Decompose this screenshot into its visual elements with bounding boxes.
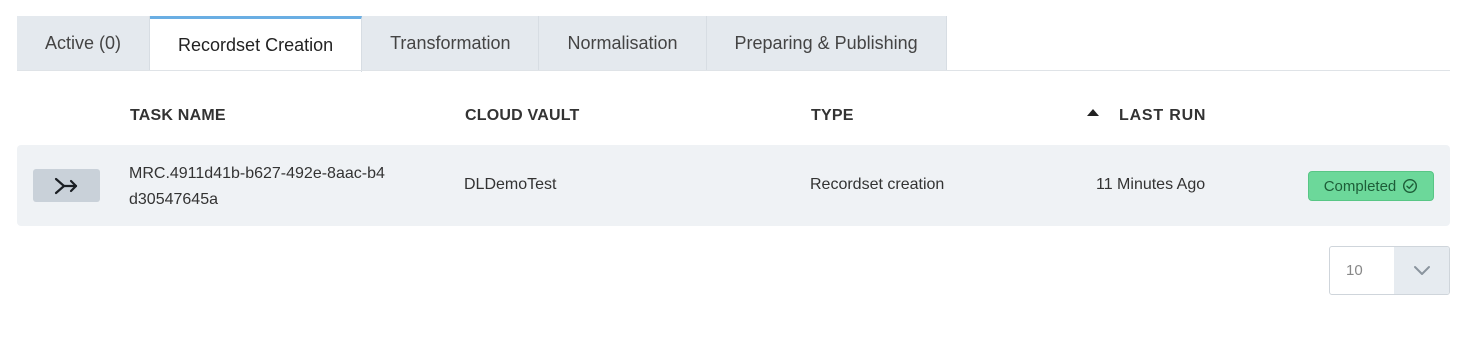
- tab-divider: [17, 70, 1450, 71]
- row-action-button[interactable]: [33, 169, 100, 202]
- page-size-value: 10: [1346, 262, 1363, 279]
- type-cell: Recordset creation: [810, 176, 945, 193]
- chevron-down-icon: [1413, 265, 1430, 275]
- cloud-vault-cell: DLDemoTest: [464, 176, 557, 193]
- tab-transformation[interactable]: Transformation: [362, 16, 540, 71]
- tab-active[interactable]: Active (0): [17, 16, 151, 71]
- page-size-select[interactable]: 10: [1329, 246, 1450, 295]
- tab-normalisation[interactable]: Normalisation: [539, 16, 707, 71]
- sort-up-icon[interactable]: [1087, 109, 1099, 116]
- page-size-dropdown-button[interactable]: [1394, 247, 1449, 294]
- last-run-cell: 11 Minutes Ago: [1096, 176, 1206, 193]
- header-cloud-vault[interactable]: CLOUD VAULT: [465, 107, 579, 125]
- status-badge: Completed: [1308, 171, 1434, 201]
- task-name-cell: MRC.4911d41b-b627-492e-8aac-b4d30547645a: [129, 165, 385, 208]
- tab-preparing-publishing[interactable]: Preparing & Publishing: [706, 16, 947, 71]
- status-label: Completed: [1323, 177, 1397, 195]
- merge-arrow-icon: [54, 177, 77, 194]
- check-circle-icon: [1403, 178, 1418, 194]
- header-task-name[interactable]: TASK NAME: [130, 107, 226, 125]
- table-row[interactable]: MRC.4911d41b-b627-492e-8aac-b4d30547645a…: [17, 145, 1450, 226]
- header-last-run[interactable]: LAST RUN: [1119, 107, 1206, 125]
- tab-recordset-creation[interactable]: Recordset Creation: [150, 16, 363, 72]
- task-tabs: Active (0) Recordset Creation Transforma…: [17, 16, 947, 72]
- header-type[interactable]: TYPE: [811, 107, 854, 125]
